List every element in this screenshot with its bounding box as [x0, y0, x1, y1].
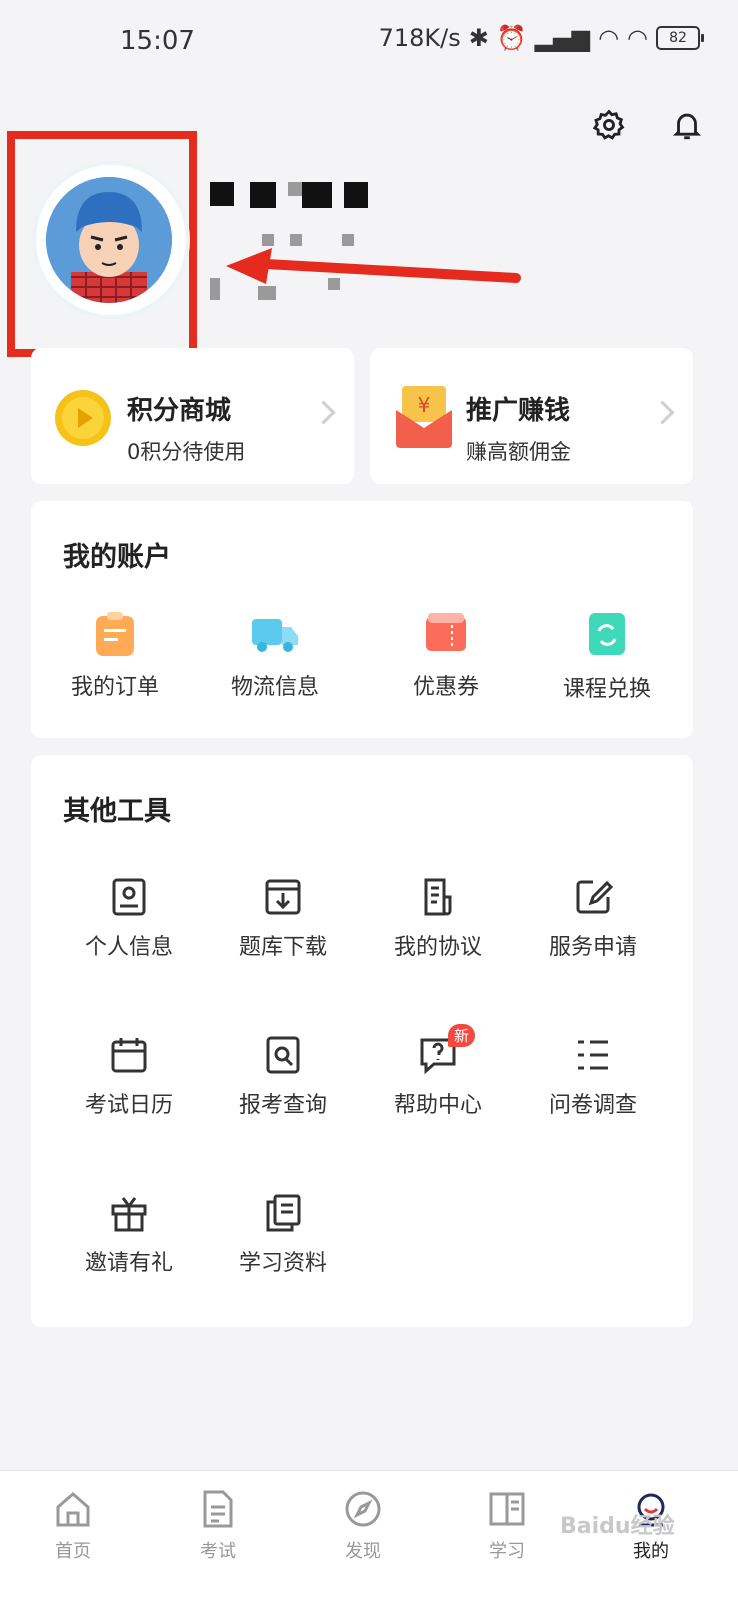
coupon-icon	[426, 613, 466, 651]
calendar-icon	[111, 1038, 147, 1073]
edit-icon	[576, 880, 613, 914]
account-section: 我的账户 我的订单 物流信息 优惠券 课程兑换	[31, 501, 693, 738]
avatar[interactable]	[36, 165, 186, 315]
red-envelope-icon: ¥	[396, 386, 452, 448]
tool-item-label: 我的协议	[393, 935, 482, 960]
chevron-right-icon	[650, 400, 675, 425]
play-coin-icon	[55, 390, 111, 446]
tool-item-label: 服务申请	[548, 935, 637, 960]
points-mall-card[interactable]: 积分商城 0积分待使用	[31, 348, 354, 484]
new-badge: 新	[448, 1024, 476, 1047]
header-actions	[592, 108, 704, 142]
tool-item-label: 学习资料	[238, 1251, 327, 1276]
status-indicators: 718K/s ✱ ⏰ ▂▄▆ ◠ ◠ 82	[378, 24, 704, 52]
account-item-exchange[interactable]: 课程兑换	[527, 611, 687, 703]
cartoon-face-icon	[46, 177, 172, 303]
tool-item-label: 报考查询	[238, 1093, 327, 1118]
signal-icon: ▂▄▆	[534, 24, 591, 52]
id-card-icon	[112, 878, 146, 916]
tool-item-label: 题库下载	[238, 935, 327, 960]
tab-label: 学习	[489, 1541, 525, 1562]
download-box-icon	[265, 879, 301, 915]
account-item-logistics[interactable]: 物流信息	[195, 611, 355, 701]
red-arrow	[226, 248, 521, 284]
account-item-coupon[interactable]: 优惠券	[366, 611, 526, 701]
tool-item-invite[interactable]: 邀请有礼	[49, 1193, 209, 1277]
account-item-label: 物流信息	[230, 675, 319, 700]
truck-icon	[252, 619, 298, 652]
tools-section: 其他工具 个人信息 题库下载 我的协议 服务申请 考试日历 报考查询 帮助中心 …	[31, 755, 693, 1327]
tab-label: 我的	[633, 1541, 669, 1562]
status-time: 15:07	[120, 26, 195, 56]
status-bar: 15:07 718K/s ✱ ⏰ ▂▄▆ ◠ ◠ 82	[0, 0, 738, 84]
exchange-icon	[589, 613, 625, 655]
tool-item-query[interactable]: 报考查询	[203, 1035, 363, 1119]
wifi-icon-2: ◠	[627, 24, 648, 52]
tool-item-label: 考试日历	[84, 1093, 173, 1118]
tool-item-survey[interactable]: 问卷调查	[513, 1035, 673, 1119]
agreement-icon	[424, 878, 452, 916]
order-icon	[96, 612, 134, 656]
exam-icon	[203, 1490, 233, 1528]
tab-label: 首页	[55, 1541, 91, 1562]
tool-item-label: 邀请有礼	[84, 1251, 173, 1276]
documents-icon	[266, 1194, 301, 1232]
promo-title: 积分商城	[127, 396, 232, 426]
home-icon	[56, 1492, 90, 1527]
svg-text:¥: ¥	[418, 393, 431, 417]
wifi-icon: ◠	[598, 24, 620, 52]
search-doc-icon	[266, 1036, 300, 1074]
bluetooth-icon: ✱	[468, 24, 489, 52]
network-speed: 718K/s	[378, 24, 461, 52]
tab-label: 发现	[345, 1541, 381, 1562]
tool-item-agreement[interactable]: 我的协议	[358, 877, 518, 961]
tab-home[interactable]: 首页	[28, 1489, 118, 1563]
promo-subtitle: 0积分待使用	[127, 440, 246, 464]
promo-subtitle: 赚高额佣金	[466, 440, 571, 464]
tab-study[interactable]: 学习	[462, 1489, 552, 1563]
tool-item-profile[interactable]: 个人信息	[49, 877, 209, 961]
bell-icon[interactable]	[670, 108, 704, 142]
tool-item-materials[interactable]: 学习资料	[203, 1193, 363, 1277]
tool-item-download[interactable]: 题库下载	[203, 877, 363, 961]
compass-icon	[345, 1491, 381, 1527]
tab-label: 考试	[200, 1541, 236, 1562]
account-item-label: 我的订单	[70, 675, 159, 700]
tab-discover[interactable]: 发现	[318, 1489, 408, 1563]
gear-icon[interactable]	[592, 108, 626, 142]
book-icon	[489, 1492, 525, 1526]
account-item-label: 优惠券	[412, 675, 479, 700]
tool-item-help[interactable]: 帮助中心	[358, 1035, 518, 1119]
promo-title: 推广赚钱	[466, 396, 571, 426]
tool-item-label: 帮助中心	[393, 1093, 482, 1118]
account-item-orders[interactable]: 我的订单	[35, 611, 195, 701]
section-title: 其他工具	[63, 796, 171, 827]
section-title: 我的账户	[63, 542, 171, 573]
alarm-icon: ⏰	[496, 24, 527, 52]
watermark: Baidu经验	[560, 1514, 675, 1539]
tab-exam[interactable]: 考试	[173, 1489, 263, 1563]
account-item-label: 课程兑换	[562, 677, 651, 702]
tool-item-service[interactable]: 服务申请	[513, 877, 673, 961]
tool-item-label: 问卷调查	[548, 1093, 637, 1118]
promotion-card[interactable]: ¥ 推广赚钱 赚高额佣金	[370, 348, 693, 484]
chevron-right-icon	[311, 400, 336, 425]
tool-item-label: 个人信息	[84, 935, 173, 960]
tool-item-calendar[interactable]: 考试日历	[49, 1035, 209, 1119]
list-icon	[578, 1040, 608, 1070]
gift-icon	[111, 1197, 147, 1232]
battery-icon: 82	[656, 26, 704, 50]
